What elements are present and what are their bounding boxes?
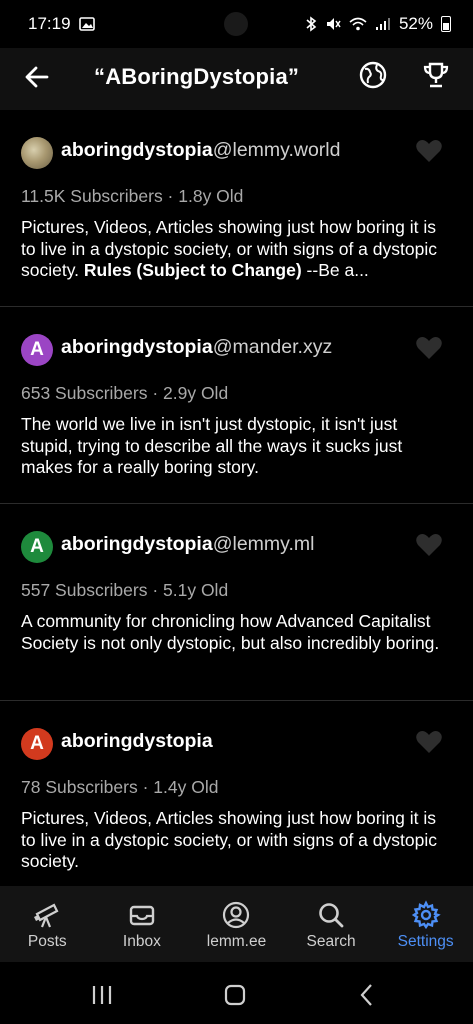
status-left: 17:19 [28,14,95,34]
recent-apps-icon[interactable] [87,980,117,1010]
community-local-name: aboringdystopia [61,533,213,555]
list-item[interactable]: A aboringdystopia@mander.xyz 653 Subscri… [0,307,473,504]
back-arrow-icon[interactable] [22,62,52,92]
community-local-name: aboringdystopia [61,336,213,358]
mute-icon [325,16,341,32]
avatar [21,137,53,169]
community-description: Pictures, Videos, Articles showing just … [21,808,437,871]
community-local-name: aboringdystopia [61,730,213,752]
list-item[interactable]: aboringdystopia@lemmy.world 11.5K Subscr… [0,110,473,307]
list-item[interactable]: A aboringdystopia 78 Subscribers · 1.4y … [0,701,473,886]
system-back-icon[interactable] [353,980,383,1010]
battery-percent: 52% [398,14,433,33]
heart-icon[interactable] [415,532,443,558]
list-item[interactable]: A aboringdystopia@lemmy.ml 557 Subscribe… [0,504,473,701]
nav-settings-label: Settings [397,933,454,950]
status-right: 52% [305,14,451,34]
account-icon [221,900,251,930]
community-meta: 11.5K Subscribers · 1.8y Old [21,186,244,206]
avatar: A [21,531,53,563]
telescope-icon [32,900,62,930]
community-name: aboringdystopia@lemmy.world [61,139,340,162]
wifi-icon [349,17,367,31]
community-name: aboringdystopia@mander.xyz [61,336,332,359]
app-bar: “ABoringDystopia” [0,48,473,110]
description-bold: Rules (Subject to Change) [83,260,302,280]
battery-icon [441,16,451,32]
avatar: A [21,728,53,760]
community-description: Pictures, Videos, Articles showing just … [21,217,449,282]
community-instance: @lemmy.world [212,139,341,161]
nav-posts-label: Posts [27,933,67,950]
trophy-icon[interactable] [421,60,451,90]
community-meta: 653 Subscribers · 2.9y Old [21,383,229,403]
signal-icon [375,17,391,31]
camera-cutout [224,12,248,36]
community-description: A community for chronicling how Advanced… [21,611,440,653]
description-tail: --Be a... [301,260,369,280]
inbox-icon [127,900,157,930]
gear-icon [411,900,441,930]
heart-icon[interactable] [415,729,443,755]
system-nav-bar [0,962,473,1024]
community-name: aboringdystopia@lemmy.ml [61,533,314,556]
nav-search[interactable]: Search [284,886,379,962]
community-name: aboringdystopia [61,730,213,753]
search-icon [316,900,346,930]
community-meta: 557 Subscribers · 5.1y Old [21,580,229,600]
avatar: A [21,334,53,366]
nav-inbox-label: Inbox [122,933,161,950]
bottom-nav: Posts Inbox lemm.ee Search Settings [0,886,473,962]
globe-icon[interactable] [358,60,388,90]
community-description: The world we live in isn't just dystopic… [21,414,403,477]
gallery-icon [78,17,95,31]
community-local-name: aboringdystopia [61,139,213,161]
nav-account[interactable]: lemm.ee [189,886,284,962]
bluetooth-icon [305,16,317,32]
nav-settings[interactable]: Settings [378,886,473,962]
heart-icon[interactable] [415,138,443,164]
community-list: aboringdystopia@lemmy.world 11.5K Subscr… [0,110,473,886]
home-icon[interactable] [220,980,250,1010]
status-time: 17:19 [28,14,71,33]
community-instance: @mander.xyz [212,336,333,358]
page-title: “ABoringDystopia” [94,64,300,89]
community-instance: @lemmy.ml [212,533,315,555]
nav-account-label: lemm.ee [206,933,267,950]
nav-inbox[interactable]: Inbox [95,886,190,962]
community-meta: 78 Subscribers · 1.4y Old [21,777,219,797]
heart-icon[interactable] [415,335,443,361]
nav-posts[interactable]: Posts [0,886,95,962]
nav-search-label: Search [306,933,356,950]
